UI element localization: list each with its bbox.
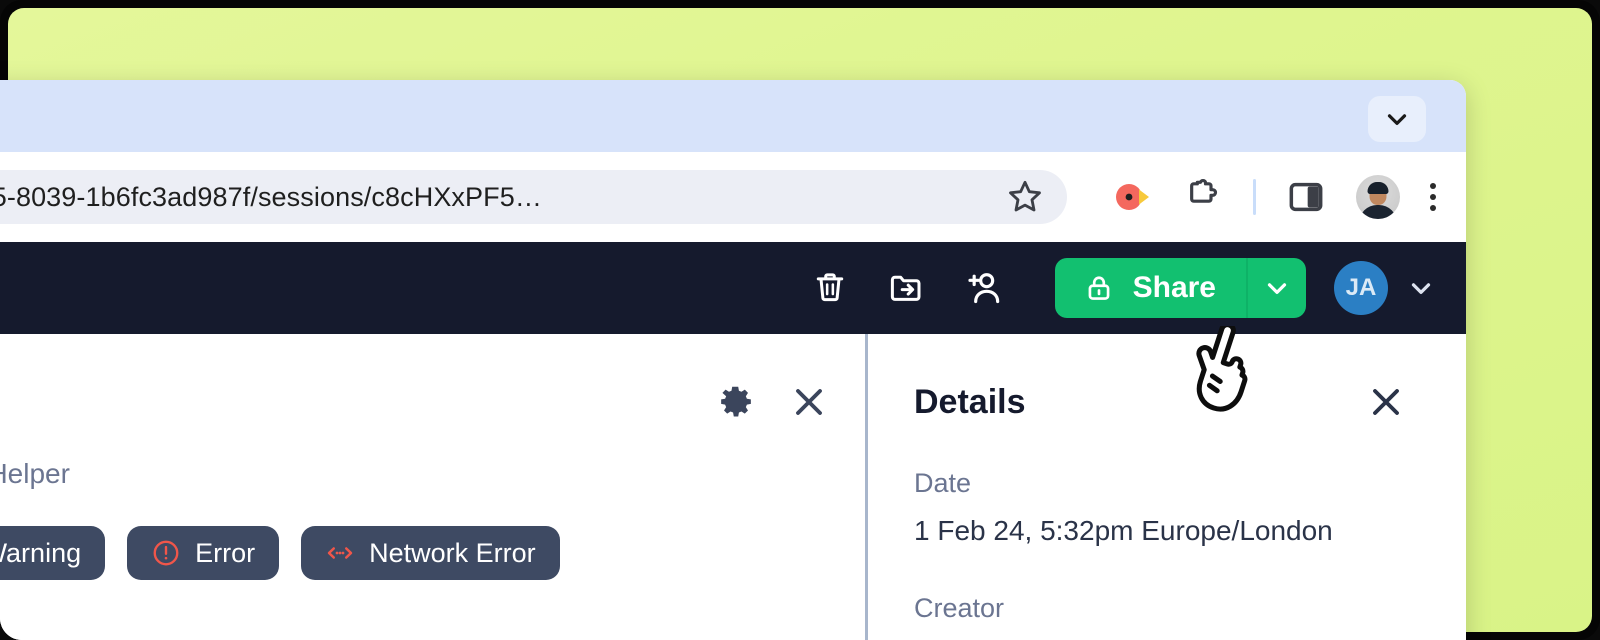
tools-panel-actions [717, 382, 829, 422]
tools-panel-header: ools [0, 334, 865, 422]
share-button-label: Share [1132, 271, 1216, 304]
browser-toolbar: ections/ec16fea4-3e04-4d05-8039-1b6fc3ad… [0, 152, 1466, 242]
lock-icon [1088, 276, 1110, 300]
address-bar[interactable]: ections/ec16fea4-3e04-4d05-8039-1b6fc3ad… [0, 170, 1067, 224]
tools-tabs: ork System Info E2E Helper [0, 422, 865, 490]
app-header: ools Details [0, 242, 1466, 334]
chip-network-error[interactable]: Network Error [301, 526, 560, 580]
chevron-down-icon [1267, 283, 1287, 294]
details-field-creator: Creator [868, 593, 1466, 624]
share-button[interactable]: Share [1054, 258, 1306, 318]
share-button-main[interactable]: Share [1055, 258, 1246, 318]
chevron-down-icon [1387, 114, 1407, 125]
delete-icon[interactable] [811, 269, 849, 307]
browser-window: ections/ec16fea4-3e04-4d05-8039-1b6fc3ad… [0, 80, 1466, 640]
browser-tab-strip [0, 80, 1466, 152]
close-icon[interactable] [789, 382, 829, 422]
recorder-extension-icon[interactable] [1111, 176, 1153, 218]
details-panel: Details Date 1 Feb 24, 5:32pm Europe/Lon… [868, 334, 1466, 640]
details-panel-header: Details [868, 334, 1466, 422]
screen-frame: ections/ec16fea4-3e04-4d05-8039-1b6fc3ad… [0, 0, 1600, 640]
settings-gear-icon[interactable] [717, 383, 755, 421]
avatar-hair [1367, 182, 1389, 195]
details-field-date-value: 1 Feb 24, 5:32pm Europe/London [914, 515, 1333, 546]
close-icon[interactable] [1366, 382, 1406, 422]
main-content: ools [0, 334, 1466, 640]
error-circle-icon [153, 540, 179, 566]
header-action-icons [811, 268, 1003, 308]
tab-e2e-helper[interactable]: E2E Helper [0, 458, 70, 490]
toolbar-divider [1253, 179, 1256, 215]
desktop-background: ections/ec16fea4-3e04-4d05-8039-1b6fc3ad… [0, 8, 1592, 640]
tools-panel: ools [0, 334, 865, 640]
details-field-date-label: Date [914, 468, 972, 498]
details-field-creator-label: Creator [914, 593, 1005, 623]
account-avatar[interactable]: JA [1334, 261, 1388, 315]
chip-warning[interactable]: Warning [0, 526, 106, 580]
add-user-icon[interactable] [963, 268, 1003, 308]
bookmark-star-icon[interactable] [1005, 177, 1045, 217]
chip-error-label: Error [195, 537, 256, 568]
share-dropdown-button[interactable] [1248, 258, 1306, 318]
profile-avatar[interactable] [1356, 175, 1400, 219]
chrome-menu-kebab-icon[interactable] [1430, 183, 1436, 211]
tab-search-button[interactable] [1368, 96, 1426, 142]
details-panel-title: Details [914, 382, 1026, 421]
url-text[interactable]: ections/ec16fea4-3e04-4d05-8039-1b6fc3ad… [0, 182, 991, 213]
network-arrows-icon [327, 547, 353, 559]
chip-error[interactable]: Error [127, 526, 280, 580]
chip-network-error-label: Network Error [369, 537, 536, 568]
chevron-down-icon[interactable] [1406, 273, 1436, 303]
avatar-body [1359, 205, 1397, 219]
side-panel-icon[interactable] [1286, 177, 1326, 217]
extensions-puzzle-icon[interactable] [1183, 177, 1223, 217]
details-field-date: Date 1 Feb 24, 5:32pm Europe/London [868, 468, 1466, 547]
toolbar-actions [1067, 175, 1466, 219]
chip-warning-label: Warning [0, 537, 82, 568]
log-filter-chips: Click Log [0, 490, 865, 580]
account-menu[interactable]: JA [1334, 261, 1466, 315]
move-to-folder-icon[interactable] [887, 269, 925, 307]
